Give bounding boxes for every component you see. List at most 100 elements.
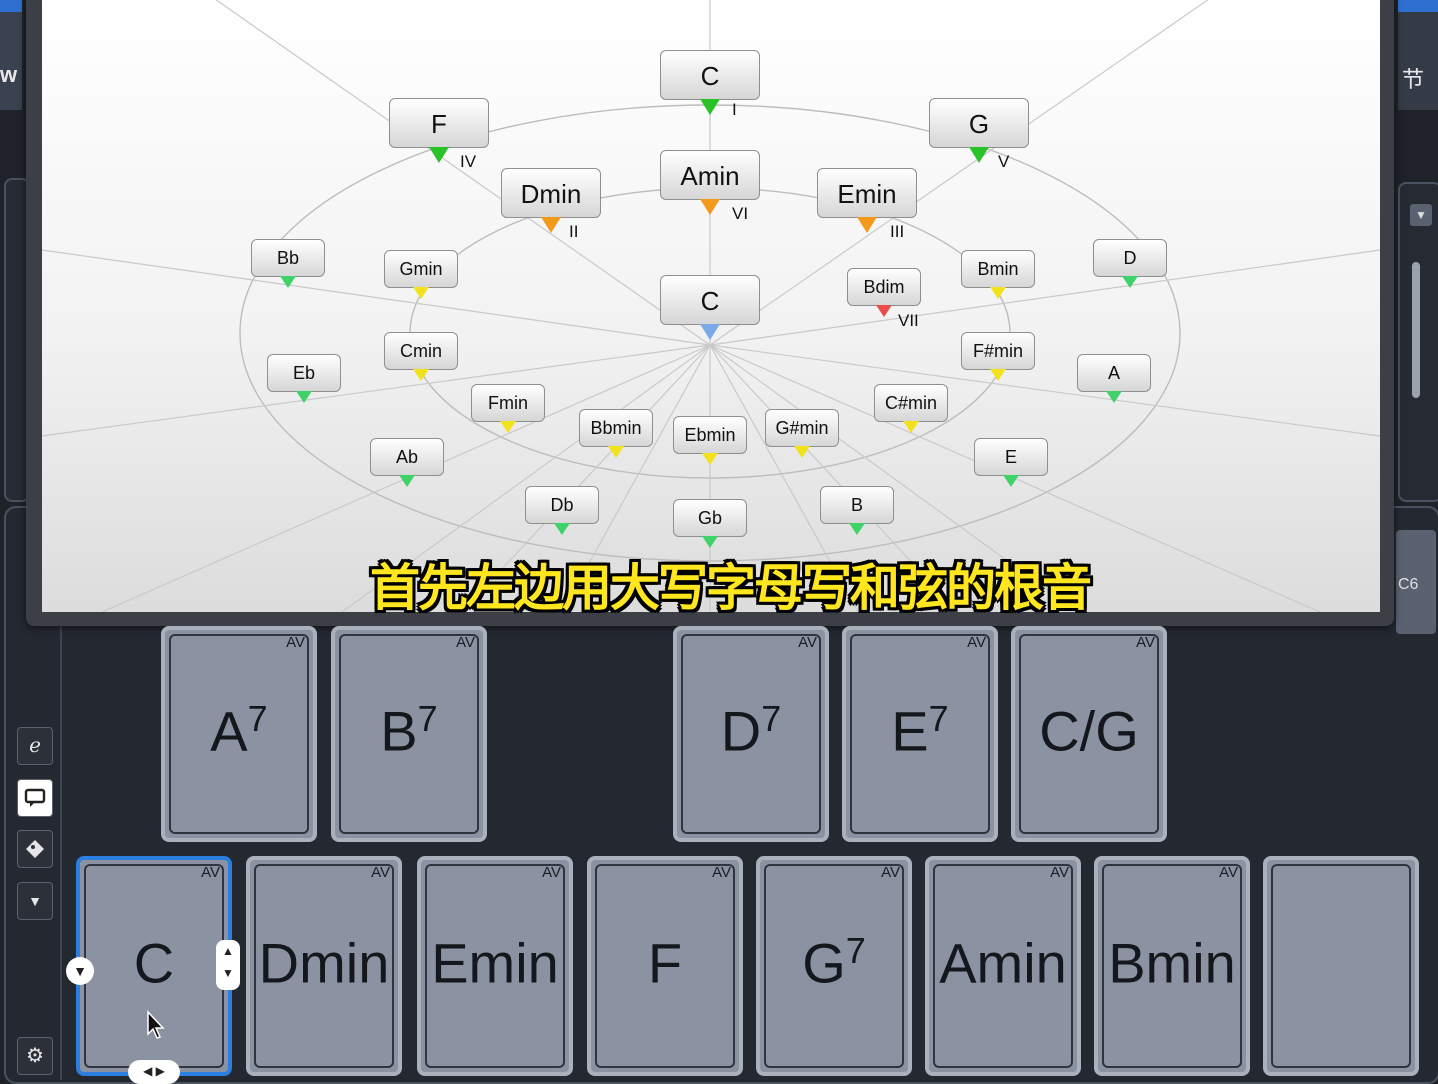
left-edge-text: w [0, 62, 18, 87]
chord-function-marker [849, 523, 865, 535]
right-stub-pad[interactable]: C6 [1396, 530, 1436, 634]
chord-fmin-button[interactable]: Fmin [471, 384, 545, 422]
right-edge-text: 节 [1402, 67, 1425, 92]
pad-chord-name: A7 [165, 698, 313, 764]
pad-av-tag: AV [712, 864, 731, 881]
bottom-pad-2[interactable]: AV Dmin [246, 856, 402, 1076]
chord-label: C#min [884, 393, 937, 413]
tag-icon[interactable] [17, 830, 53, 868]
top-pad-5[interactable]: AV C/G [1011, 626, 1167, 842]
dropdown-icon[interactable]: ▼ [17, 882, 53, 920]
chord-db-button[interactable]: Db [525, 486, 599, 524]
pad-chord-root: C/G [1039, 699, 1139, 763]
chord-cmin-button[interactable]: Cmin [384, 332, 458, 370]
top-pad-2[interactable]: AV B7 [331, 626, 487, 842]
settings-icon[interactable]: ⚙ [17, 1037, 53, 1075]
pad-av-tag: AV [798, 634, 817, 651]
chord-label: Bmin [977, 259, 1019, 279]
chord-eb-button[interactable]: Eb [267, 354, 341, 392]
chord-label: B [850, 495, 863, 515]
roman-numeral: II [569, 222, 579, 241]
bottom-pad-8[interactable] [1263, 856, 1419, 1076]
chord-function-marker [413, 369, 429, 381]
bottom-pad-4[interactable]: AV F [587, 856, 743, 1076]
chord-a-button[interactable]: A [1077, 354, 1151, 392]
chord-function-marker [413, 287, 429, 299]
pad-chord-root: Dmin [258, 931, 390, 995]
chord-function-marker [1122, 276, 1138, 288]
chord-label: C [700, 61, 720, 91]
chord-label: F [431, 109, 447, 139]
guide-spoke [42, 249, 711, 346]
chord-label: Fmin [488, 393, 528, 413]
top-pad-3[interactable]: AV D7 [673, 626, 829, 842]
chord-label: Gb [697, 508, 722, 528]
bottom-pad-6[interactable]: AV Amin [925, 856, 1081, 1076]
circle-of-fifths-panel: C I F IV G V Amin VI Dmin II Emin III Bdim VII C Bb Eb Ab… [42, 0, 1380, 612]
pad-chord-extension: 7 [928, 698, 949, 739]
right-panel-scrollbar[interactable] [1412, 262, 1420, 398]
pad-chord-name: C/G [1015, 698, 1163, 764]
chord-function-marker [990, 369, 1006, 381]
chord-label: Gmin [399, 259, 443, 279]
chord-function-marker [969, 147, 989, 163]
chord-label: D [1123, 248, 1137, 268]
pad-chord-root: D [720, 699, 762, 763]
chord-g-button[interactable]: G [929, 98, 1029, 148]
chord-label: Ebmin [684, 425, 736, 445]
pad-av-tag: AV [1136, 634, 1155, 651]
chord-label: C [700, 286, 720, 316]
pad-av-tag: AV [456, 634, 475, 651]
chord-bdim-button[interactable]: Bdim [847, 268, 921, 306]
roman-numeral: IV [460, 152, 477, 171]
key-center-button[interactable]: C [660, 275, 760, 325]
bottom-pad-3[interactable]: AV Emin [417, 856, 573, 1076]
pad-chord-root: G [802, 931, 846, 995]
chord-amin-button[interactable]: Amin [660, 150, 760, 200]
chord-ab-button[interactable]: Ab [370, 438, 444, 476]
pad-av-tag: AV [371, 864, 390, 881]
chord-function-marker [990, 287, 1006, 299]
bottom-pad-5[interactable]: AV G7 [756, 856, 912, 1076]
right-panel-dropdown-icon[interactable]: ▼ [1410, 204, 1432, 226]
chord-gsharpmin-button[interactable]: G#min [765, 409, 839, 447]
chord-function-marker [1106, 391, 1122, 403]
chord-function-marker [700, 199, 720, 215]
chord-bmin-button[interactable]: Bmin [961, 250, 1035, 288]
guide-spoke [709, 249, 1380, 346]
chord-e-button[interactable]: E [974, 438, 1048, 476]
editor-icon[interactable]: ℯ [17, 727, 53, 765]
pad-chord-root: B [380, 699, 418, 763]
chord-dmin-button[interactable]: Dmin [501, 168, 601, 218]
chord-label: G#min [775, 418, 829, 438]
pad-chord-extension: 7 [247, 698, 268, 739]
chord-function-marker [554, 523, 570, 535]
chord-b-button[interactable]: B [820, 486, 894, 524]
toolbar-divider [60, 620, 62, 1080]
pad-chord-name: G7 [760, 930, 908, 996]
guide-spoke [215, 0, 711, 346]
chord-fsharpmin-button[interactable]: F#min [961, 332, 1035, 370]
pad-transpose-stepper[interactable]: ▲ ▼ [216, 940, 240, 990]
chord-csharpmin-button[interactable]: C#min [874, 384, 948, 422]
chord-d-button[interactable]: D [1093, 239, 1167, 277]
chord-function-marker [700, 99, 720, 115]
pad-move-handle[interactable]: ◀ ▶ [128, 1060, 180, 1084]
chord-label: Bbmin [590, 418, 642, 438]
top-pad-1[interactable]: AV A7 [161, 626, 317, 842]
chord-gmin-button[interactable]: Gmin [384, 250, 458, 288]
chord-bb-button[interactable]: Bb [251, 239, 325, 277]
chord-ebmin-button[interactable]: Ebmin [673, 416, 747, 454]
top-pad-4[interactable]: AV E7 [842, 626, 998, 842]
chord-function-marker [1003, 475, 1019, 487]
chord-bbmin-button[interactable]: Bbmin [579, 409, 653, 447]
bottom-pad-7[interactable]: AV Bmin [1094, 856, 1250, 1076]
chord-function-marker [296, 391, 312, 403]
chord-function-marker [903, 421, 919, 433]
chord-emin-button[interactable]: Emin [817, 168, 917, 218]
comment-icon[interactable] [17, 779, 53, 817]
chord-f-button[interactable]: F [389, 98, 489, 148]
pad-dropdown-icon[interactable]: ▼ [66, 957, 94, 985]
chord-c-button[interactable]: C [660, 50, 760, 100]
chord-gb-button[interactable]: Gb [673, 499, 747, 537]
